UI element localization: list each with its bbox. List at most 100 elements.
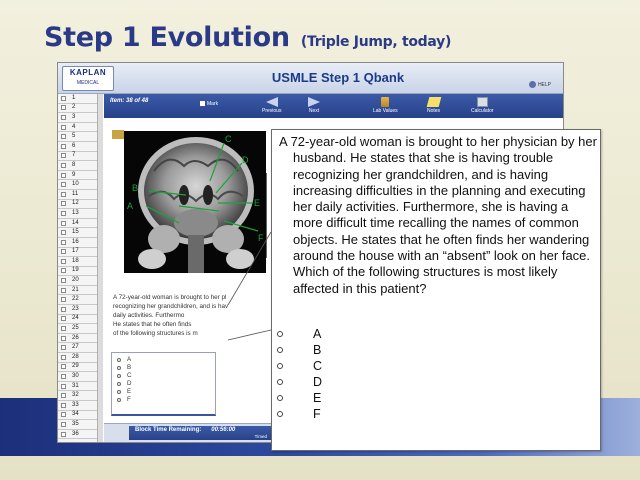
radio-icon[interactable] <box>277 379 283 385</box>
sidebar-item-27[interactable]: 27 <box>58 343 102 354</box>
sidebar-item-14[interactable]: 14 <box>58 219 102 229</box>
help-button[interactable]: HELP <box>528 81 551 88</box>
mark-checkbox[interactable]: Mark <box>200 101 218 107</box>
radio-icon[interactable] <box>277 411 283 417</box>
sidebar-item-13[interactable]: 13 <box>58 209 102 219</box>
sidebar-item-6[interactable]: 6 <box>58 142 102 152</box>
option-c[interactable]: C <box>277 358 397 374</box>
sidebar-item-number: 8 <box>72 161 76 168</box>
checkbox-icon <box>61 220 66 226</box>
answer-options: A B C D E F <box>277 326 397 422</box>
sidebar-item-23[interactable]: 23 <box>58 305 102 315</box>
mark-label: Mark <box>207 101 219 107</box>
sidebar-item-10[interactable]: 10 <box>58 180 102 190</box>
small-option-c[interactable]: C <box>117 372 210 380</box>
small-option-f[interactable]: F <box>117 396 210 404</box>
sidebar-item-22[interactable]: 22 <box>58 295 102 306</box>
radio-icon[interactable] <box>277 331 283 337</box>
sidebar-item-35[interactable]: 35 <box>58 420 102 430</box>
sidebar-item-24[interactable]: 24 <box>58 315 102 325</box>
preview-line: of the following structures is m <box>113 330 198 337</box>
previous-button[interactable]: Previous <box>262 97 281 114</box>
sidebar-item-15[interactable]: 15 <box>58 228 102 238</box>
small-option-b[interactable]: B <box>117 364 210 372</box>
window-header: KAPLAN MEDICAL USMLE Step 1 Qbank HELP <box>58 63 563 94</box>
sidebar-item-16[interactable]: 16 <box>58 238 102 248</box>
sidebar-item-21[interactable]: 21 <box>58 286 102 296</box>
option-a[interactable]: A <box>277 326 397 342</box>
sidebar-item-29[interactable]: 29 <box>58 363 102 373</box>
radio-icon[interactable] <box>277 347 283 353</box>
notes-button[interactable]: Notes <box>426 97 441 114</box>
sidebar-item-36[interactable]: 36 <box>58 430 102 440</box>
sidebar-item-4[interactable]: 4 <box>58 123 102 133</box>
sidebar-item-18[interactable]: 18 <box>58 257 102 267</box>
arrow-right-icon <box>308 97 320 107</box>
small-option-e[interactable]: E <box>117 388 210 396</box>
sidebar-item-number: 33 <box>72 401 79 408</box>
previous-label: Previous <box>262 108 282 114</box>
radio-icon[interactable] <box>277 395 283 401</box>
sidebar-item-12[interactable]: 12 <box>58 200 102 210</box>
sidebar-item-number: 11 <box>72 190 79 197</box>
checkbox-icon <box>61 268 66 274</box>
brain-mri-image[interactable]: A B C D E F <box>124 131 266 273</box>
sidebar-item-8[interactable]: 8 <box>58 161 102 171</box>
sidebar-item-7[interactable]: 7 <box>58 152 102 162</box>
lab-values-button[interactable]: Lab Values <box>373 97 398 114</box>
checkbox-icon <box>61 134 66 140</box>
sidebar-item-17[interactable]: 17 <box>58 248 102 258</box>
sidebar-item-20[interactable]: 20 <box>58 276 102 286</box>
checkbox-icon <box>61 383 66 389</box>
checkbox-icon <box>61 114 66 120</box>
sidebar-item-number: 2 <box>72 104 76 111</box>
sidebar-item-3[interactable]: 3 <box>58 113 102 123</box>
sidebar-item-33[interactable]: 33 <box>58 401 102 411</box>
checkbox-icon <box>61 153 66 159</box>
option-f[interactable]: F <box>277 406 397 422</box>
label-b: B <box>132 183 138 193</box>
option-b[interactable]: B <box>277 342 397 358</box>
checkbox-icon <box>61 306 66 312</box>
small-option-label: F <box>127 396 131 403</box>
next-button[interactable]: Next <box>308 97 320 114</box>
sidebar-item-1[interactable]: 1 <box>58 94 102 104</box>
checkbox-icon <box>61 95 66 101</box>
sidebar-item-26[interactable]: 26 <box>58 334 102 344</box>
sidebar-item-19[interactable]: 19 <box>58 267 102 277</box>
option-e[interactable]: E <box>277 390 397 406</box>
sidebar-item-32[interactable]: 32 <box>58 391 102 401</box>
sidebar-item-11[interactable]: 11 <box>58 190 102 200</box>
option-d[interactable]: D <box>277 374 397 390</box>
slide-subtitle: (Triple Jump, today) <box>300 34 452 50</box>
radio-icon <box>117 366 121 370</box>
option-label: A <box>313 327 322 341</box>
sidebar-item-9[interactable]: 9 <box>58 171 102 181</box>
sidebar-item-5[interactable]: 5 <box>58 132 102 142</box>
sidebar-item-34[interactable]: 34 <box>58 411 102 421</box>
preview-line: He states that he often finds <box>113 321 192 328</box>
checkbox-icon <box>61 239 66 245</box>
sidebar-item-25[interactable]: 25 <box>58 324 102 334</box>
sidebar-item-28[interactable]: 28 <box>58 353 102 363</box>
radio-icon <box>117 390 121 394</box>
sidebar-item-2[interactable]: 2 <box>58 104 102 114</box>
radio-icon[interactable] <box>277 363 283 369</box>
sidebar-item-number: 35 <box>72 420 79 427</box>
block-timer: Block Time Remaining: 00:56:00 Timed <box>129 426 279 440</box>
small-option-a[interactable]: A <box>117 356 210 364</box>
sidebar-item-number: 13 <box>72 209 79 216</box>
sidebar-scrollbar[interactable] <box>97 94 103 442</box>
sidebar-item-number: 18 <box>72 257 79 264</box>
sidebar-item-31[interactable]: 31 <box>58 382 102 392</box>
calculator-button[interactable]: Calculator <box>471 97 494 114</box>
small-option-d[interactable]: D <box>117 380 210 388</box>
checkbox-icon <box>61 393 66 399</box>
sidebar-item-number: 14 <box>72 219 79 226</box>
sidebar-item-30[interactable]: 30 <box>58 372 102 382</box>
sidebar-item-number: 26 <box>72 334 79 341</box>
sidebar-item-number: 3 <box>72 113 76 120</box>
label-d: D <box>242 155 249 165</box>
option-label: F <box>313 407 321 421</box>
checkbox-icon <box>61 412 66 418</box>
